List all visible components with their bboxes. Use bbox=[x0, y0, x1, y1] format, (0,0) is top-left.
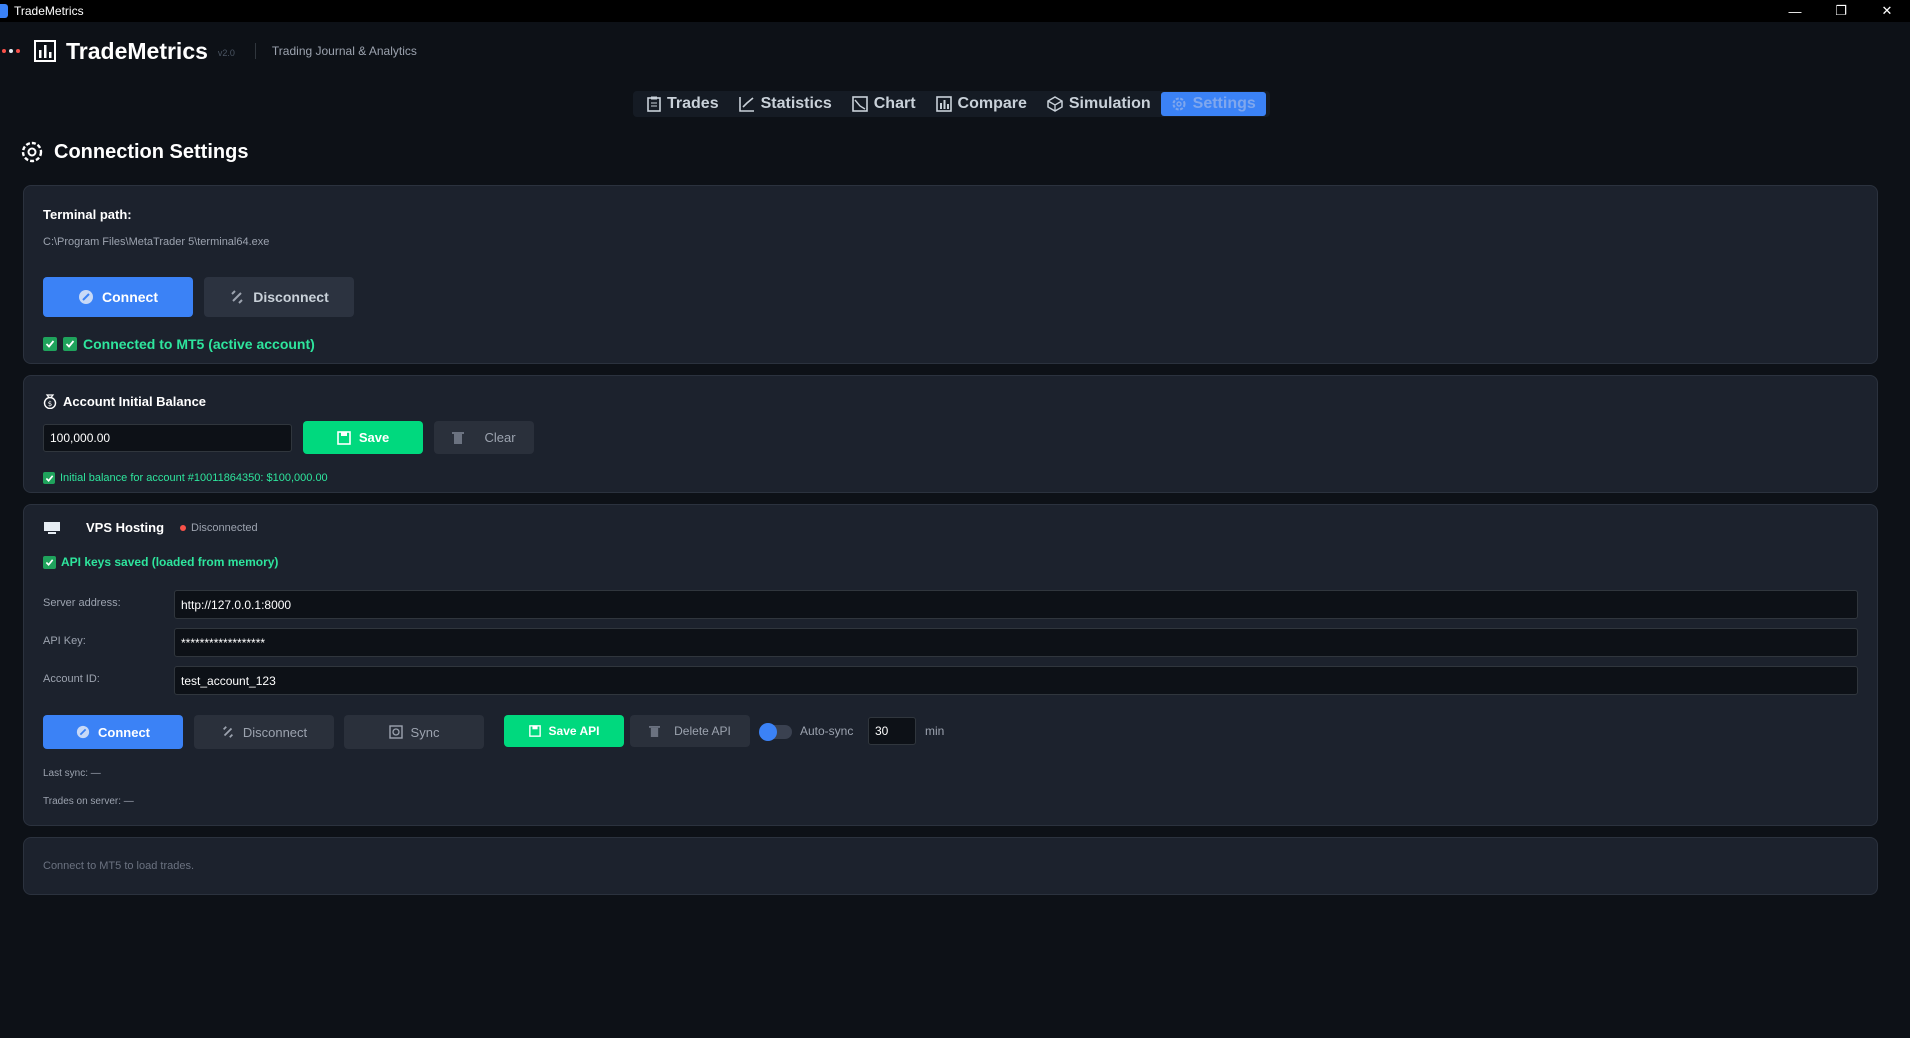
clipboard-icon bbox=[647, 96, 661, 112]
account-id-input[interactable]: test_account_123 bbox=[174, 666, 1858, 695]
monitor-icon bbox=[44, 521, 60, 534]
tab-compare[interactable]: Compare bbox=[926, 92, 1037, 116]
bar-chart-icon bbox=[935, 96, 952, 112]
api-key-label: API Key: bbox=[43, 635, 86, 647]
trades-message-card: Connect to MT5 to load trades. bbox=[23, 837, 1878, 895]
sync-icon bbox=[388, 725, 403, 739]
cube-icon bbox=[1047, 96, 1063, 112]
gear-icon bbox=[1172, 97, 1186, 111]
api-key-input[interactable]: ****************** bbox=[174, 628, 1858, 657]
window-title: TradeMetrics bbox=[14, 4, 84, 18]
app-name: TradeMetrics bbox=[66, 37, 208, 64]
minimize-button[interactable]: — bbox=[1772, 0, 1818, 22]
tab-simulation[interactable]: Simulation bbox=[1037, 92, 1161, 116]
window-titlebar: TradeMetrics — ❐ ✕ bbox=[0, 0, 1910, 22]
account-id-label: Account ID: bbox=[43, 673, 100, 685]
status-dot-icon bbox=[180, 524, 187, 531]
terminal-card: Terminal path: C:\Program Files\MetaTrad… bbox=[23, 185, 1878, 364]
app-logo: TradeMetrics bbox=[34, 38, 208, 65]
save-icon bbox=[528, 725, 541, 737]
tab-settings[interactable]: Settings bbox=[1160, 92, 1266, 116]
chart-line-icon bbox=[851, 96, 868, 112]
tab-trades[interactable]: Trades bbox=[637, 92, 729, 116]
unlink-icon bbox=[222, 726, 233, 738]
app-version: v2.0 bbox=[217, 48, 235, 58]
bar-chart-logo-icon bbox=[34, 40, 56, 62]
balance-save-button[interactable]: Save bbox=[303, 421, 423, 454]
balance-clear-button[interactable]: Clear bbox=[434, 421, 534, 454]
trash-icon bbox=[649, 725, 661, 737]
check-icon bbox=[63, 337, 77, 351]
svg-text:$: $ bbox=[48, 400, 52, 408]
delete-api-button[interactable]: Delete API bbox=[630, 715, 750, 747]
last-sync-text: Last sync: — bbox=[43, 768, 101, 779]
autosync-toggle[interactable] bbox=[759, 723, 792, 741]
balance-input[interactable]: 100,000.00 bbox=[43, 424, 292, 452]
header-divider bbox=[254, 43, 256, 59]
vps-disconnect-button[interactable]: Disconnect bbox=[194, 715, 334, 749]
check-icon bbox=[43, 337, 57, 351]
trash-icon bbox=[452, 431, 465, 444]
balance-status: Initial balance for account #10011864350… bbox=[43, 472, 328, 484]
tab-statistics[interactable]: Statistics bbox=[729, 92, 842, 116]
server-address-label: Server address: bbox=[43, 597, 121, 609]
terminal-status-text: Connected to MT5 (active account) bbox=[83, 336, 315, 352]
vps-title: VPS Hosting bbox=[86, 520, 165, 535]
trades-on-server-text: Trades on server: — bbox=[43, 796, 134, 807]
balance-title: $ Account Initial Balance bbox=[43, 393, 206, 409]
gear-icon bbox=[21, 141, 43, 163]
link-icon bbox=[76, 725, 90, 739]
app-header: TradeMetrics v2.0 Trading Journal & Anal… bbox=[0, 22, 1910, 80]
server-address-input[interactable]: http://127.0.0.1:8000 bbox=[174, 590, 1858, 619]
check-icon bbox=[43, 472, 55, 484]
save-icon bbox=[337, 430, 351, 445]
menu-dots-icon[interactable] bbox=[2, 49, 20, 53]
balance-card: $ Account Initial Balance 100,000.00 Sav… bbox=[23, 375, 1878, 493]
app-subtitle: Trading Journal & Analytics bbox=[271, 44, 417, 58]
check-icon bbox=[43, 555, 56, 569]
autosync-interval-input[interactable]: 30 bbox=[868, 717, 916, 745]
vps-header: VPS Hosting Disconnected bbox=[43, 520, 258, 535]
trades-message: Connect to MT5 to load trades. bbox=[43, 860, 195, 872]
terminal-connect-button[interactable]: Connect bbox=[43, 277, 193, 317]
terminal-path-label: Terminal path: bbox=[43, 207, 132, 222]
main-tabs: Trades Statistics Chart Compare Simulati… bbox=[633, 91, 1270, 117]
terminal-status: Connected to MT5 (active account) bbox=[43, 336, 315, 352]
app-icon bbox=[0, 4, 8, 18]
terminal-disconnect-button[interactable]: Disconnect bbox=[204, 277, 354, 317]
close-button[interactable]: ✕ bbox=[1864, 0, 1910, 22]
autosync-label: Auto-sync bbox=[800, 724, 854, 738]
restore-button[interactable]: ❐ bbox=[1818, 0, 1864, 22]
balance-status-text: Initial balance for account #10011864350… bbox=[60, 472, 328, 484]
page-title: Connection Settings bbox=[20, 140, 248, 164]
money-bag-icon: $ bbox=[43, 394, 57, 409]
vps-connect-button[interactable]: Connect bbox=[43, 715, 183, 749]
vps-sync-button[interactable]: Sync bbox=[344, 715, 484, 749]
save-api-button[interactable]: Save API bbox=[504, 715, 624, 747]
vps-card: VPS Hosting Disconnected API keys saved … bbox=[23, 504, 1878, 826]
tab-chart[interactable]: Chart bbox=[842, 92, 926, 116]
autosync-interval-unit: min bbox=[925, 724, 945, 738]
chart-check-icon bbox=[738, 97, 754, 112]
link-icon bbox=[79, 290, 93, 304]
vps-status: Disconnected bbox=[191, 521, 258, 534]
terminal-path-value: C:\Program Files\MetaTrader 5\terminal64… bbox=[43, 236, 270, 248]
unlink-icon bbox=[231, 290, 243, 304]
vps-api-status: API keys saved (loaded from memory) bbox=[43, 555, 278, 569]
